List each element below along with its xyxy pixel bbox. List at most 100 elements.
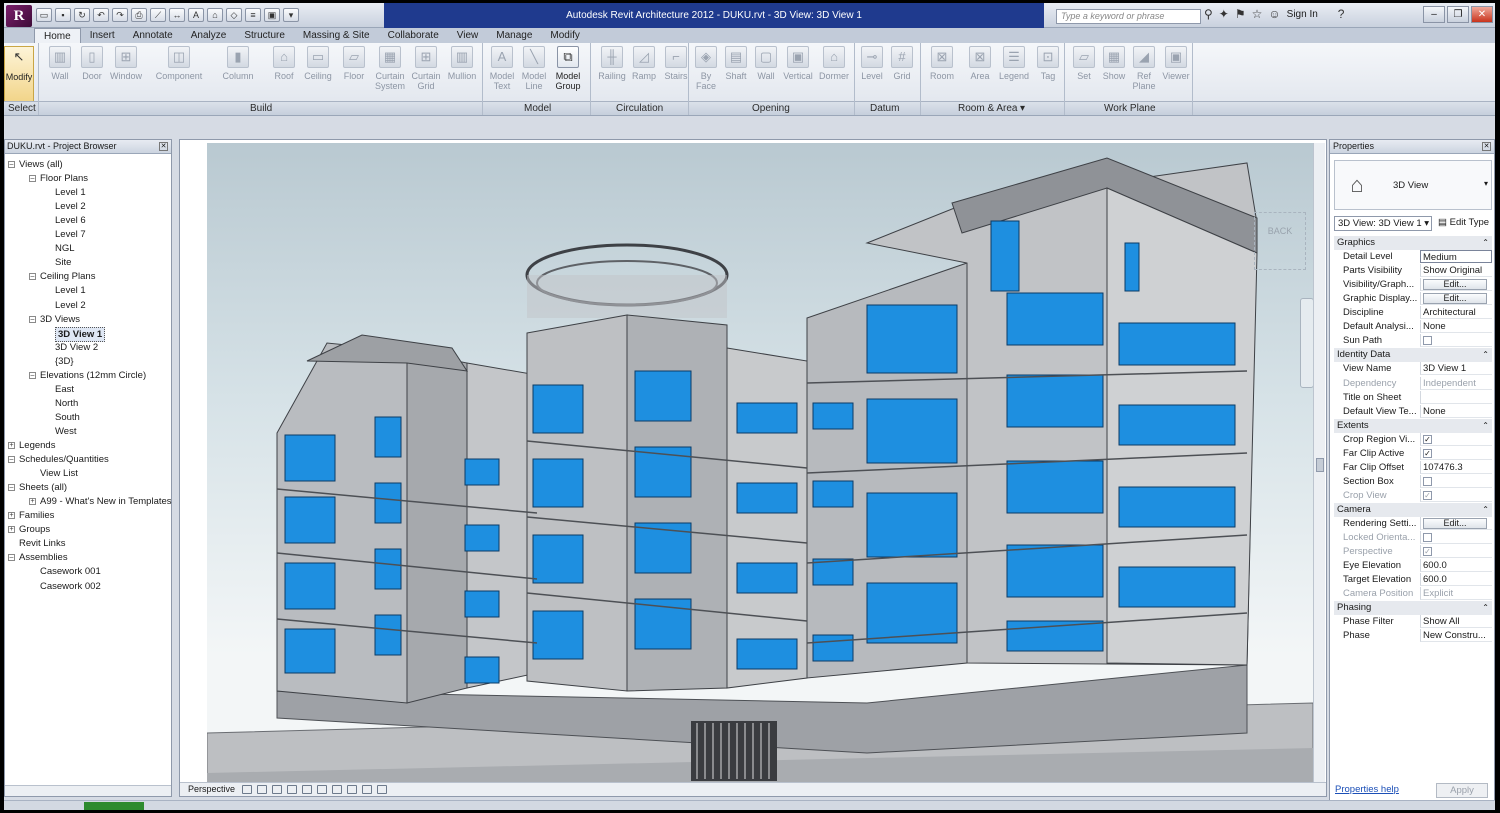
shaft-button[interactable]: ▤ Shaft <box>720 46 752 81</box>
property-value[interactable]: Medium <box>1420 250 1492 264</box>
collapse-icon[interactable]: ⌃ <box>1482 601 1489 614</box>
rendering-icon[interactable] <box>302 785 312 794</box>
subscription-icon[interactable]: ✦ <box>1219 7 1229 21</box>
tree-toggle-icon[interactable]: – <box>29 315 36 323</box>
property-value[interactable] <box>1420 531 1492 545</box>
view-scroll-thumb[interactable] <box>1316 458 1324 472</box>
set-button[interactable]: ▱ Set <box>1068 46 1100 81</box>
tree-item[interactable]: Level 1 <box>55 284 86 297</box>
room-button[interactable]: ⊠ Room <box>926 46 958 81</box>
panel-room-area[interactable]: Room & Area <box>958 103 1017 114</box>
tree-toggle-icon[interactable]: – <box>8 554 15 562</box>
checkbox[interactable] <box>1423 336 1432 346</box>
redo-icon[interactable]: ↷ <box>112 8 128 22</box>
tree-item[interactable]: East <box>55 383 74 396</box>
tree-item[interactable]: NGL <box>55 242 75 255</box>
tree-item[interactable]: Views (all) <box>19 158 63 171</box>
minimize-button[interactable]: – <box>1423 6 1445 23</box>
tree-item[interactable]: Revit Links <box>19 537 65 550</box>
checkbox[interactable]: ✓ <box>1423 490 1432 500</box>
mullion-button[interactable]: ▥ Mullion <box>446 46 478 81</box>
viewcube[interactable]: BACK <box>1254 212 1306 270</box>
property-value[interactable]: Independent <box>1420 376 1492 390</box>
tree-item[interactable]: Sheets (all) <box>19 481 67 494</box>
tree-item[interactable]: Groups <box>19 523 50 536</box>
floor-button[interactable]: ▱ Floor <box>338 46 370 81</box>
property-group-identity[interactable]: Identity Data ⌃ <box>1334 348 1492 363</box>
tree-toggle-icon[interactable]: – <box>8 161 15 168</box>
sync-icon[interactable]: ↻ <box>74 8 90 22</box>
edit-button[interactable]: Edit... <box>1423 293 1487 305</box>
tree-item[interactable]: Schedules/Quantities <box>19 453 109 466</box>
collapse-icon[interactable]: ⌃ <box>1482 419 1489 432</box>
property-value[interactable]: Show Original <box>1420 264 1492 278</box>
close-button[interactable]: ✕ <box>1471 6 1493 23</box>
vertical-opening-button[interactable]: ▣ Vertical <box>782 46 814 81</box>
property-value[interactable] <box>1420 474 1492 488</box>
checkbox[interactable]: ✓ <box>1423 434 1432 444</box>
checkbox[interactable]: ✓ <box>1423 547 1432 557</box>
legend-button[interactable]: ☰ Legend <box>998 46 1030 81</box>
column-button[interactable]: ▮ Column <box>222 46 254 81</box>
tab-annotate[interactable]: Annotate <box>124 28 182 43</box>
tree-item[interactable]: Families <box>19 509 54 522</box>
viewer-button[interactable]: ▣ Viewer <box>1160 46 1192 81</box>
tree-item[interactable]: Floor Plans <box>40 172 88 185</box>
property-value[interactable]: 3D View 1 <box>1420 362 1492 376</box>
instance-selector[interactable]: 3D View: 3D View 1 ▾ <box>1334 216 1432 231</box>
property-value[interactable]: Edit... <box>1420 278 1492 292</box>
communication-icon[interactable]: ⚑ <box>1235 7 1246 21</box>
edit-button[interactable]: Edit... <box>1423 518 1487 529</box>
reveal-hidden-icon[interactable] <box>377 785 387 794</box>
navigation-bar[interactable] <box>1300 298 1314 388</box>
qat-dropdown-icon[interactable]: ▾ <box>283 8 299 22</box>
application-menu-button[interactable]: R <box>6 5 32 27</box>
save-icon[interactable]: ▪ <box>55 8 71 22</box>
tab-home[interactable]: Home <box>34 28 81 43</box>
property-value[interactable] <box>1420 334 1492 348</box>
tree-item[interactable]: A99 - What's New in Templates <box>40 495 172 508</box>
tree-item[interactable]: Casework 001 <box>40 565 101 578</box>
tree-item[interactable]: Ceiling Plans <box>40 270 95 283</box>
dormer-button[interactable]: ⌂ Dormer <box>818 46 850 81</box>
model-line-button[interactable]: ╲ Model Line <box>518 46 550 91</box>
tree-item[interactable]: View List <box>40 467 78 480</box>
tree-item[interactable]: West <box>55 425 76 438</box>
model-group-button[interactable]: ⧉ Model Group <box>552 46 584 91</box>
property-value[interactable]: Show All <box>1420 615 1492 629</box>
property-value[interactable]: 107476.3 <box>1420 460 1492 474</box>
lock-view-icon[interactable] <box>347 785 357 794</box>
property-value[interactable]: Edit... <box>1420 292 1492 306</box>
ref-plane-button[interactable]: ◢ Ref Plane <box>1128 46 1160 91</box>
tree-item[interactable]: 3D Views <box>40 313 80 326</box>
property-value[interactable]: 600.0 <box>1420 573 1492 587</box>
tab-collaborate[interactable]: Collaborate <box>379 28 448 43</box>
chevron-down-icon[interactable]: ▾ <box>1484 179 1488 188</box>
section-icon[interactable]: ◇ <box>226 8 242 22</box>
show-button[interactable]: ▦ Show <box>1098 46 1130 81</box>
tree-item[interactable]: Elevations (12mm Circle) <box>40 369 146 382</box>
roof-button[interactable]: ⌂ Roof <box>268 46 300 81</box>
property-value[interactable]: None <box>1420 320 1492 334</box>
curtain-system-button[interactable]: ▦ Curtain System <box>374 46 406 91</box>
type-selector[interactable]: ⌂ 3D View ▾ <box>1334 160 1492 210</box>
tree-item[interactable]: Legends <box>19 439 55 452</box>
tree-item[interactable]: 3D View 2 <box>55 341 98 354</box>
thin-lines-icon[interactable]: ≡ <box>245 8 261 22</box>
by-face-button[interactable]: ◈ By Face <box>690 46 722 91</box>
tab-insert[interactable]: Insert <box>81 28 124 43</box>
tag-button[interactable]: ⊡ Tag <box>1032 46 1064 81</box>
property-value[interactable]: ✓ <box>1420 432 1492 446</box>
tree-toggle-icon[interactable]: + <box>8 512 15 520</box>
tab-analyze[interactable]: Analyze <box>182 28 236 43</box>
tab-manage[interactable]: Manage <box>487 28 541 43</box>
property-value[interactable]: None <box>1420 404 1492 418</box>
collapse-icon[interactable]: ⌃ <box>1482 348 1489 361</box>
tree-item[interactable]: 3D View 1 <box>55 326 106 342</box>
restore-button[interactable]: ❐ <box>1447 6 1469 23</box>
close-windows-icon[interactable]: ▣ <box>264 8 280 22</box>
railing-button[interactable]: ╫ Railing <box>596 46 628 81</box>
edit-type-button[interactable]: ▤ Edit Type <box>1438 217 1489 228</box>
tab-modify[interactable]: Modify <box>541 28 588 43</box>
level-button[interactable]: ⊸ Level <box>856 46 888 81</box>
